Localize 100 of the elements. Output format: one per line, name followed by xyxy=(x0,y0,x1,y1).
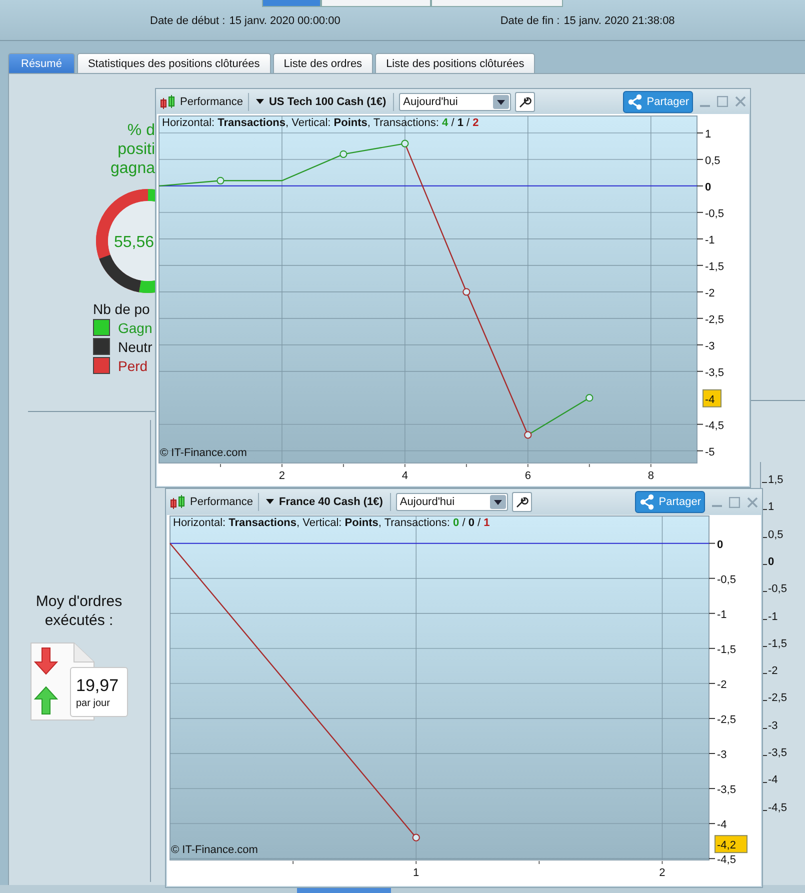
candlestick-icon xyxy=(170,495,186,509)
y-tick xyxy=(708,682,716,684)
y-tick xyxy=(708,648,716,649)
window-title: Performance xyxy=(190,496,253,508)
x-axis-label: 6 xyxy=(524,470,531,482)
y-tick xyxy=(708,753,716,754)
y-axis-label: -4,5 xyxy=(717,854,736,866)
axis-label: -3,5 xyxy=(762,747,787,759)
y-tick xyxy=(696,185,704,186)
data-point xyxy=(462,288,470,296)
last-value: -4,2 xyxy=(717,840,736,852)
y-tick xyxy=(708,542,716,544)
chart-title-text: % d xyxy=(126,121,155,140)
last-value-badge xyxy=(714,835,748,854)
orders-label: exécutés : xyxy=(44,611,114,630)
share-icon xyxy=(626,94,643,110)
data-point xyxy=(412,834,420,842)
last-value: -4 xyxy=(705,394,715,406)
x-axis-label: 8 xyxy=(648,470,654,482)
y-axis-label: -3 xyxy=(705,340,715,352)
y-tick xyxy=(696,132,704,134)
y-axis-label: -0,5 xyxy=(705,208,724,220)
tab[interactable]: Liste des ordres xyxy=(272,53,374,73)
y-tick xyxy=(696,450,704,452)
y-axis-label: -4,5 xyxy=(705,420,724,432)
copyright-text: © IT-Finance.com xyxy=(171,844,258,856)
tab[interactable]: Statistiques des positions clôturées xyxy=(76,53,271,73)
y-axis-label: -5 xyxy=(705,446,715,458)
end-date-value: 15 janv. 2020 21:38:08 xyxy=(564,15,675,27)
y-axis-label: -1,5 xyxy=(705,260,724,273)
period-dropdown[interactable]: Aujourd'hui xyxy=(396,493,508,511)
y-axis-label: -1 xyxy=(705,234,715,246)
segment-button[interactable] xyxy=(431,0,563,7)
settings-button[interactable] xyxy=(515,92,536,112)
legend-label: Perd xyxy=(118,358,148,374)
y-axis-label: -2 xyxy=(705,287,715,300)
y-axis-label: -1 xyxy=(717,608,727,621)
y-tick xyxy=(696,264,704,266)
tab[interactable]: Liste des positions clôturées xyxy=(375,53,536,73)
close-icon[interactable] xyxy=(735,96,746,107)
instrument-selector[interactable]: France 40 Cash (1€) xyxy=(264,496,385,508)
settings-button[interactable] xyxy=(512,492,532,512)
y-axis-label: -4 xyxy=(717,819,727,832)
orders-label: Moy d'ordres xyxy=(34,592,124,611)
caret-icon xyxy=(266,499,274,504)
y-tick xyxy=(696,424,704,425)
data-point xyxy=(586,394,594,402)
orders-value: 19,97 xyxy=(76,676,120,696)
instrument-selector[interactable]: US Tech 100 Cash (1€) xyxy=(254,96,388,108)
x-axis-label: 2 xyxy=(659,867,666,879)
y-axis-label: -0,5 xyxy=(717,574,736,586)
window-title: Performance xyxy=(180,96,243,108)
axis-label: 1,5 xyxy=(762,474,784,486)
y-tick xyxy=(696,370,704,372)
maximize-icon[interactable] xyxy=(717,96,728,107)
axis-label: -0,5 xyxy=(762,583,787,596)
y-tick xyxy=(708,858,716,860)
y-tick xyxy=(696,344,704,346)
data-point xyxy=(401,140,409,148)
last-value-badge xyxy=(702,389,722,408)
caret-icon xyxy=(256,98,264,104)
tab[interactable]: Résumé xyxy=(8,53,75,73)
y-tick xyxy=(696,318,704,319)
y-axis-label: -3 xyxy=(717,749,727,761)
y-tick xyxy=(696,158,704,160)
y-tick xyxy=(696,238,704,240)
y-axis-label: 1 xyxy=(705,128,712,140)
period-dropdown[interactable]: Aujourd'hui xyxy=(399,92,512,110)
y-axis-label: 0 xyxy=(717,538,724,551)
percentage-value: 55,56 xyxy=(114,234,154,251)
x-axis-label: 2 xyxy=(278,470,286,482)
close-icon[interactable] xyxy=(747,496,758,508)
y-tick xyxy=(696,291,704,292)
chart-title-text: gagna xyxy=(110,159,155,178)
y-tick xyxy=(708,612,716,614)
x-axis-label: 1 xyxy=(413,867,420,879)
copyright-text: © IT-Finance.com xyxy=(160,447,247,459)
y-axis-label: -3,5 xyxy=(717,784,736,796)
legend-label: Neutr xyxy=(118,338,152,354)
axis-label: -2,5 xyxy=(762,692,787,704)
y-axis-label: -2 xyxy=(717,678,727,691)
data-point xyxy=(524,431,532,439)
wrench-icon xyxy=(514,495,529,509)
candlestick-icon xyxy=(160,94,176,108)
chart-title-text: positi xyxy=(116,140,155,159)
segment-button[interactable] xyxy=(262,0,321,7)
chart-legend: Horizontal: Transactions, Vertical: Points, Transactions: 0 / 0 / 1 xyxy=(173,517,490,529)
segment-button[interactable] xyxy=(321,0,431,7)
y-tick xyxy=(708,823,716,824)
y-axis-label: -2,5 xyxy=(705,314,724,326)
legend-title: Nb de po xyxy=(93,300,151,318)
chart-legend: Horizontal: Transactions, Vertical: Points, Transactions: 4 / 1 / 2 xyxy=(162,117,479,129)
y-tick xyxy=(696,212,704,213)
orders-unit: par jour xyxy=(76,698,111,709)
maximize-icon[interactable] xyxy=(729,496,740,508)
legend-label: Gagn xyxy=(118,320,152,336)
wrench-icon xyxy=(518,94,532,108)
y-tick xyxy=(708,788,716,790)
share-icon xyxy=(638,494,655,510)
y-axis-label: -3,5 xyxy=(705,366,724,379)
